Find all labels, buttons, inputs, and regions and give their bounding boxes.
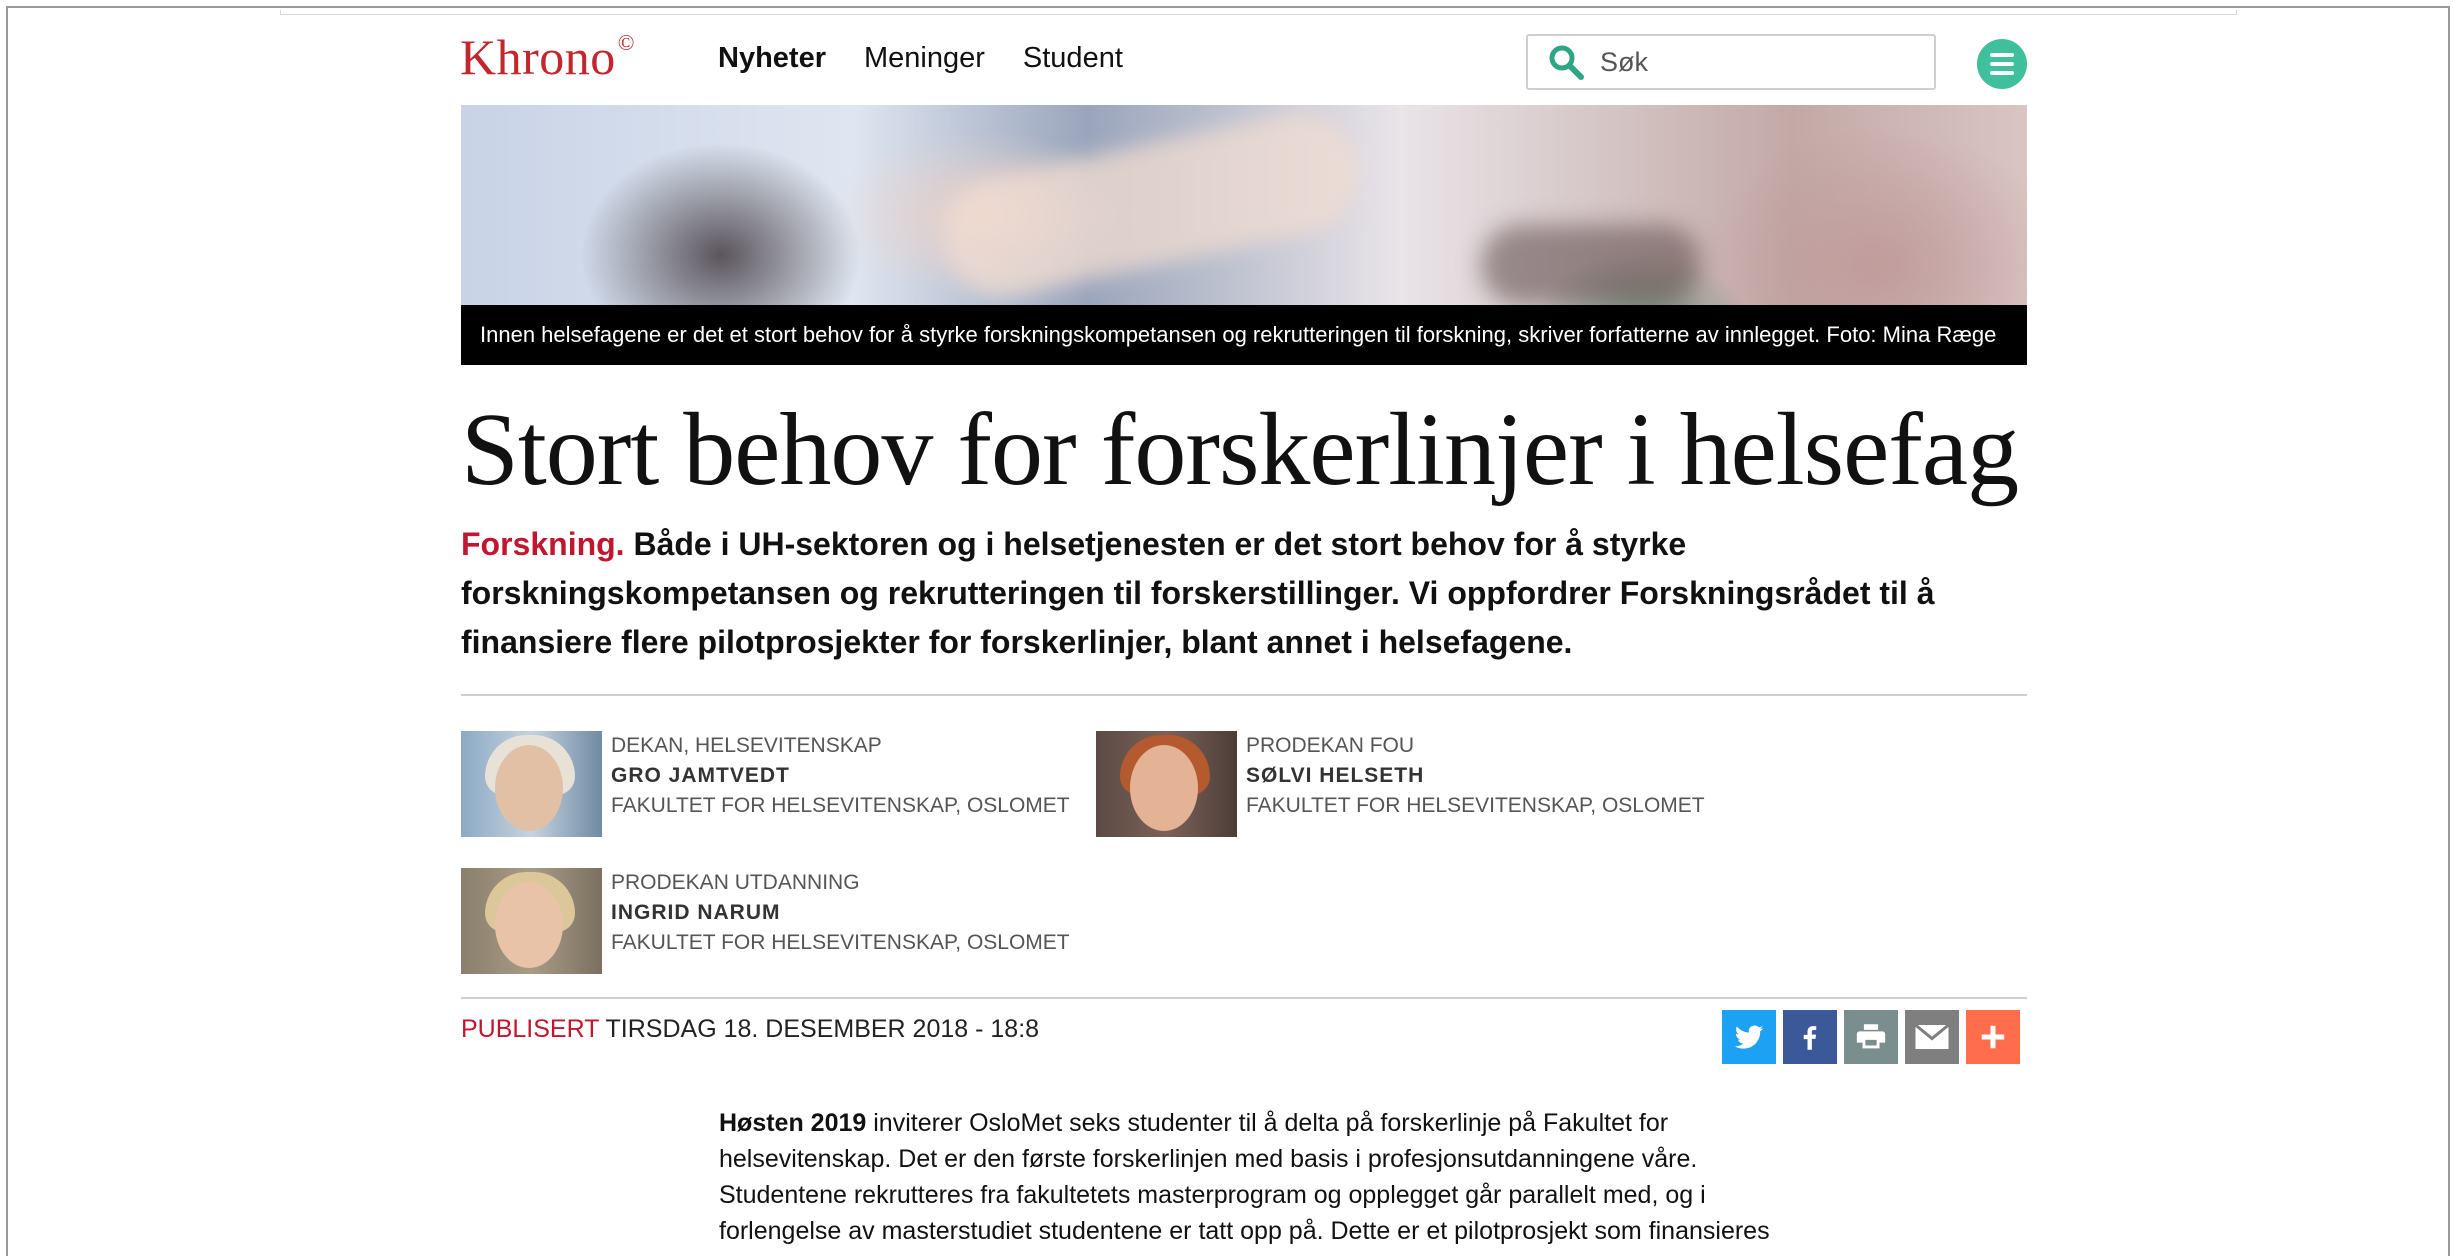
author-name[interactable]: SØLVI HELSETH [1246, 761, 1705, 791]
author-card: DEKAN, HELSEVITENSKAP GRO JAMTVEDT FAKUL… [461, 731, 1070, 837]
ingress-text: Både i UH-sektoren og i helsetjenesten e… [461, 526, 1935, 660]
plus-icon[interactable] [1966, 1010, 2020, 1064]
author-card: PRODEKAN FOU SØLVI HELSETH FAKULTET FOR … [1096, 731, 1705, 837]
published-label: PUBLISERT [461, 1015, 600, 1043]
article-kicker: Forskning. [461, 526, 625, 562]
nav-item-meninger[interactable]: Meninger [864, 42, 985, 75]
browser-toolbar-edge [280, 10, 2237, 15]
menu-line [1990, 71, 2014, 75]
hero-blur-shadow [1481, 225, 1701, 305]
author-photo[interactable] [461, 868, 602, 974]
author-photo-face [495, 745, 563, 831]
author-info: DEKAN, HELSEVITENSKAP GRO JAMTVEDT FAKUL… [611, 731, 1070, 837]
author-photo[interactable] [461, 731, 602, 837]
author-role: PRODEKAN FOU [1246, 734, 1415, 757]
hero-caption: Innen helsefagene er det et stort behov … [461, 305, 2027, 365]
twitter-icon[interactable] [1722, 1010, 1776, 1064]
author-photo[interactable] [1096, 731, 1237, 837]
logo-text: Khrono [460, 29, 616, 85]
article-ingress: Forskning. Både i UH-sektoren og i helse… [461, 520, 2027, 667]
article-body-paragraph: Høsten 2019 inviterer OsloMet seks stude… [719, 1105, 1799, 1249]
author-org: FAKULTET FOR HELSEVITENSKAP, OSLOMET [611, 931, 1070, 954]
author-role: PRODEKAN UTDANNING [611, 871, 860, 894]
email-icon[interactable] [1905, 1010, 1959, 1064]
share-bar [1722, 1010, 2020, 1064]
nav-item-nyheter[interactable]: Nyheter [718, 42, 826, 75]
search-box [1526, 34, 1936, 90]
author-info: PRODEKAN FOU SØLVI HELSETH FAKULTET FOR … [1246, 731, 1705, 837]
author-name[interactable]: GRO JAMTVEDT [611, 761, 1070, 791]
facebook-icon[interactable] [1783, 1010, 1837, 1064]
hero-blur-hand [933, 105, 1369, 308]
body-text: inviterer OsloMet seks studenter til å d… [719, 1109, 1770, 1245]
search-input[interactable] [1598, 45, 1902, 79]
divider [461, 997, 2027, 999]
author-info: PRODEKAN UTDANNING INGRID NARUM FAKULTET… [611, 868, 1070, 974]
published-date: TIRSDAG 18. DESEMBER 2018 - 18:8 [605, 1015, 1040, 1043]
khrono-logo[interactable]: Khrono© [460, 28, 635, 86]
author-role: DEKAN, HELSEVITENSKAP [611, 734, 882, 757]
hamburger-menu-button[interactable] [1977, 39, 2027, 89]
nav-item-student[interactable]: Student [1023, 42, 1123, 75]
print-icon[interactable] [1844, 1010, 1898, 1064]
author-card: PRODEKAN UTDANNING INGRID NARUM FAKULTET… [461, 868, 1070, 974]
published-line: PUBLISERT TIRSDAG 18. DESEMBER 2018 - 18… [461, 1015, 1039, 1044]
author-photo-face [1130, 745, 1198, 831]
search-icon[interactable] [1542, 38, 1590, 86]
divider [461, 694, 2027, 696]
author-name[interactable]: INGRID NARUM [611, 898, 1070, 928]
menu-line [1990, 53, 2014, 57]
logo-mark-icon: © [617, 30, 635, 55]
author-photo-face [495, 882, 563, 968]
menu-line [1990, 62, 2014, 66]
hero-image: Innen helsefagene er det et stort behov … [461, 105, 2027, 365]
author-org: FAKULTET FOR HELSEVITENSKAP, OSLOMET [1246, 794, 1705, 817]
body-lead: Høsten 2019 [719, 1109, 867, 1137]
main-nav: Nyheter Meninger Student [718, 42, 1123, 75]
article-title: Stort behov for forskerlinjer i helsefag [461, 392, 2019, 507]
author-org: FAKULTET FOR HELSEVITENSKAP, OSLOMET [611, 794, 1070, 817]
